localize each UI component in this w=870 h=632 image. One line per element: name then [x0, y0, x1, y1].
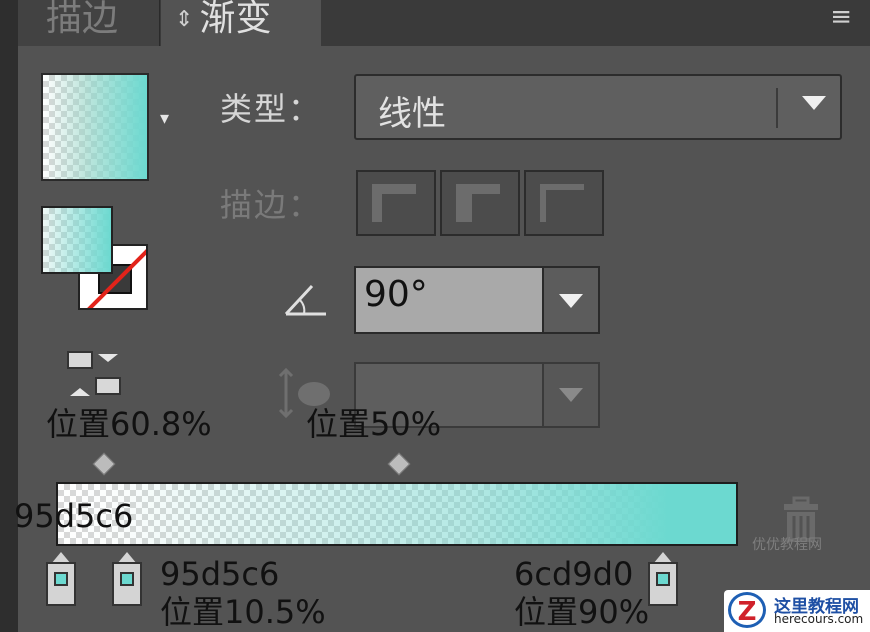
midpoint-left-annotation: 位置60.8% [46, 405, 212, 443]
tab-gradient[interactable]: ⇕ 渐变 [161, 0, 321, 46]
swatch-dropdown-icon[interactable]: ▾ [160, 108, 169, 129]
type-select[interactable]: 线性 [354, 74, 842, 140]
color-stop-2[interactable] [648, 552, 678, 610]
angle-dropdown-button[interactable] [542, 268, 598, 332]
watermark-logo-icon: Z [728, 592, 766, 628]
stroke-within-button[interactable] [356, 170, 436, 236]
stop3-color-annotation: 6cd9d0 [514, 555, 634, 593]
angle-value: 90° [364, 274, 428, 315]
stroke-along-button[interactable] [440, 170, 520, 236]
angle-field[interactable]: 90° [354, 266, 600, 334]
watermark-uiimg-text: 优优教程网 [752, 537, 822, 553]
color-stop-chip [656, 572, 670, 586]
stroke-within-icon [372, 184, 416, 222]
watermark-url: herecours.com [774, 612, 864, 626]
reverse-gradient-icon[interactable] [66, 350, 126, 400]
stroke-mode-label: 描边： [220, 186, 323, 224]
panel-left-edge [0, 0, 18, 632]
fill-swatch-gradient [43, 208, 111, 272]
gradient-swatch[interactable] [41, 73, 149, 181]
type-select-divider [776, 88, 778, 128]
type-select-value: 线性 [378, 94, 446, 134]
gradient-bar[interactable] [56, 482, 738, 546]
angle-icon [284, 284, 326, 316]
midpoint-diamond-right[interactable] [387, 452, 411, 476]
tab-gradient-label: 渐变 [199, 0, 272, 39]
stroke-across-button[interactable] [524, 170, 604, 236]
panel-menu-icon[interactable]: ≡ [830, 2, 852, 32]
color-stop-chip [120, 572, 134, 586]
tab-stroke[interactable]: 描边 [18, 0, 160, 46]
color-stop-chip [54, 572, 68, 586]
midpoint-right-annotation: 位置50% [306, 405, 442, 443]
aspect-ratio-dropdown-button [542, 364, 598, 426]
gradient-bar-fill [58, 484, 736, 544]
color-stop-1[interactable] [112, 552, 142, 610]
left-color-annotation: 95d5c6 [14, 497, 134, 535]
gradient-swatch-fill [43, 75, 147, 179]
chevron-down-icon [802, 96, 826, 110]
watermark-badge: Z 这里教程网 herecours.com [724, 590, 870, 632]
stroke-across-icon [540, 184, 584, 222]
midpoint-diamond-left[interactable] [92, 452, 116, 476]
tab-gradient-arrows-icon: ⇕ [175, 7, 194, 32]
color-stop-0[interactable] [46, 552, 76, 610]
stop1-position-annotation: 位置10.5% [160, 593, 326, 631]
stroke-along-icon [456, 184, 500, 222]
type-label: 类型： [220, 90, 323, 128]
stop1-color-annotation: 95d5c6 [160, 555, 280, 593]
fill-swatch[interactable] [41, 206, 113, 274]
stop3-position-annotation: 位置90% [514, 593, 650, 631]
